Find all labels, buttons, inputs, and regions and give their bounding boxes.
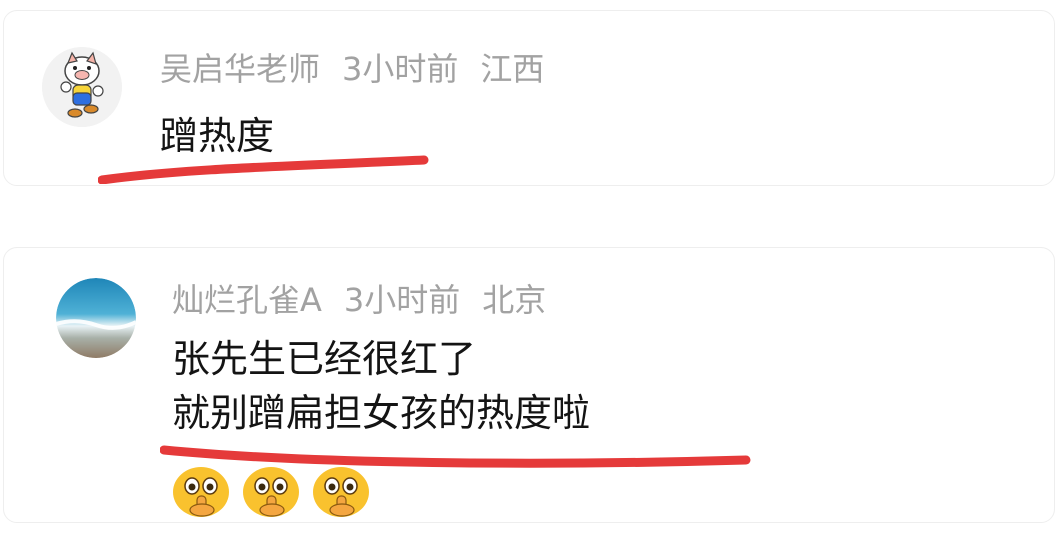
avatar[interactable]: [42, 47, 122, 127]
comment-meta: 吴启华老师 3小时前 江西: [160, 49, 544, 89]
comment-list: 吴启华老师 3小时前 江西 蹭热度 灿烂孔雀A 3小时前 北京 张先生已经很红了…: [0, 0, 1061, 534]
comment-time: 3小时前: [342, 50, 459, 88]
beach-avatar-icon: [56, 278, 136, 358]
shush-emoji-icon: [243, 467, 299, 517]
shush-emoji-icon: [173, 467, 229, 517]
comment-card[interactable]: 吴启华老师 3小时前 江西 蹭热度: [3, 10, 1055, 186]
comment-line: 蹭热度: [160, 114, 275, 158]
comment-text: 蹭热度: [160, 109, 274, 163]
comment-meta: 灿烂孔雀A 3小时前 北京: [172, 280, 546, 320]
comment-line: 就别蹭扁担女孩的热度啦: [172, 391, 591, 435]
author-name[interactable]: 吴启华老师: [160, 49, 320, 89]
cartoon-cat-avatar-icon: [42, 47, 122, 127]
author-name[interactable]: 灿烂孔雀A: [172, 280, 322, 320]
avatar[interactable]: [56, 278, 136, 358]
emoji-row: [170, 466, 372, 518]
shush-emoji-icon: [313, 467, 369, 517]
comment-text: 张先生已经很红了 就别蹭扁担女孩的热度啦: [172, 332, 590, 440]
comment-location: 江西: [480, 50, 545, 88]
comment-card[interactable]: 灿烂孔雀A 3小时前 北京 张先生已经很红了 就别蹭扁担女孩的热度啦: [3, 247, 1055, 523]
comment-line: 张先生已经很红了: [172, 337, 477, 381]
comment-time: 3小时前: [343, 281, 461, 319]
comment-location: 北京: [482, 281, 547, 319]
